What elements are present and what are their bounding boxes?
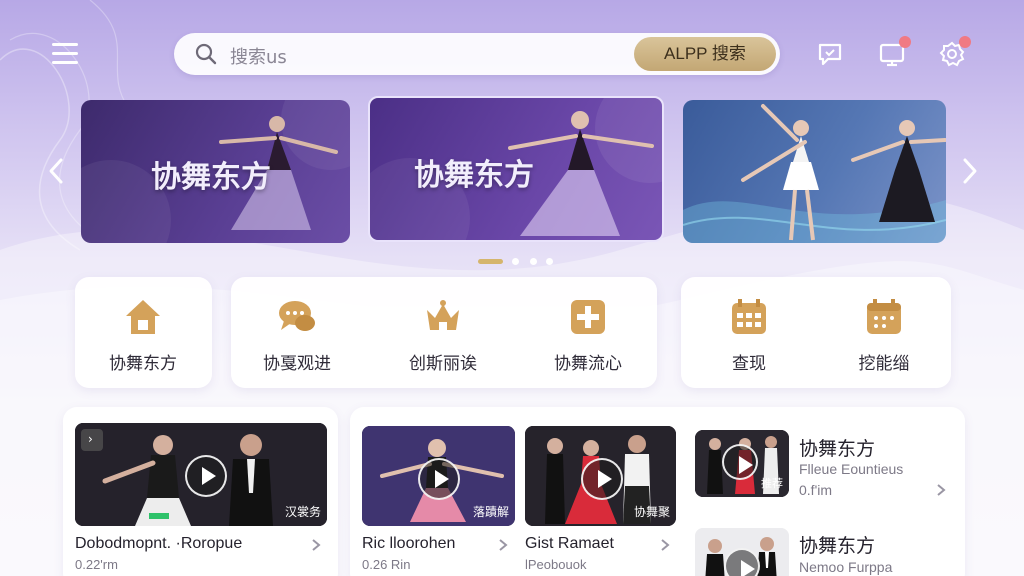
play-icon[interactable] [185,455,227,497]
category-card: 协舞东方 [75,277,212,388]
video-list-card: 落蹟解 Ric lloorohen 0.26 Rin 协舞聚 Gist Rama… [350,407,965,576]
play-icon[interactable] [418,458,460,500]
carousel-dot[interactable] [546,258,553,265]
video-title[interactable]: Gist Ramaet [525,535,614,553]
video-title[interactable]: Ric lloorohen [362,535,455,553]
plus-box-icon [571,300,605,334]
video-tag: 协舞聚 [633,505,670,519]
chevron-right-icon[interactable] [311,538,321,552]
carousel-banner-active[interactable]: 协舞东方 [368,96,664,242]
carousel-dot-active[interactable] [478,259,503,264]
video-thumbnail[interactable]: 协舞聚 [525,426,676,526]
carousel-dot[interactable] [512,258,519,265]
carousel-dot[interactable] [530,258,537,265]
play-icon[interactable] [722,444,758,480]
category-item-calendar[interactable]: 查现 [694,277,804,388]
video-tag: 汉裳务 [284,505,321,519]
category-label: 挖能缁 [858,354,910,374]
chat-bubbles-icon [279,301,315,331]
list-item-subtitle: Flleue Eountieus [799,461,904,477]
home-icon [126,300,160,334]
calendar-icon [732,299,766,334]
chat-icon[interactable] [816,40,844,68]
video-tag: 推荐 [761,477,783,490]
video-subtitle: 0.22'rm [75,557,118,572]
category-label: 协舞东方 [109,354,177,374]
category-card: 协戛观进 创斯丽诶 协舞流心 [231,277,657,388]
chevron-right-icon[interactable] [498,538,508,552]
banner-title: 协舞东方 [151,160,271,195]
chevron-right-icon[interactable] [936,483,946,497]
video-subtitle: lPeobouok [525,557,587,572]
tv-icon[interactable] [878,36,911,68]
search-bar[interactable]: 搜索us ALPP 搜索 [174,33,780,75]
play-icon[interactable] [581,458,623,500]
list-item-subtitle: Nemoo Furppa [799,559,893,575]
video-tag: 落蹟解 [472,505,509,519]
settings-icon[interactable] [938,36,971,68]
category-label: 协戛观进 [263,354,331,374]
category-item-plus[interactable]: 协舞流心 [533,277,643,388]
category-label: 协舞流心 [554,354,622,374]
category-item-home[interactable]: 协舞东方 [88,277,198,388]
calendar-grid-icon [867,299,901,334]
featured-video-card: › 汉裳务 Dobodmopnt. ·Roropue 0.22'rm [63,407,338,576]
notification-badge [899,36,911,48]
category-item-crown[interactable]: 创斯丽诶 [388,277,498,388]
search-input[interactable]: 搜索us [230,43,287,69]
video-thumbnail[interactable]: 落蹟解 [362,426,515,526]
chevron-right-icon: › [88,432,93,446]
category-item-chat[interactable]: 协戛观进 [242,277,352,388]
carousel-banner[interactable] [683,100,946,243]
dancer-image [683,104,946,243]
list-item-title[interactable]: 协舞东方 [799,531,875,558]
list-item-thumbnail[interactable] [695,528,789,576]
video-subtitle: 0.26 Rin [362,557,411,572]
notification-badge [959,36,971,48]
carousel-banner[interactable]: 协舞东方 [81,100,350,243]
video-thumbnail[interactable]: › 汉裳务 [75,423,327,526]
crown-icon [427,300,459,330]
category-label: 查现 [732,354,766,374]
carousel-next-button[interactable] [960,157,980,185]
play-icon[interactable] [724,548,760,576]
menu-button[interactable] [52,43,78,65]
list-item-title[interactable]: 协舞东方 [799,434,875,461]
category-label: 创斯丽诶 [409,354,477,374]
list-item-thumbnail[interactable]: 推荐 [695,430,789,497]
carousel-prev-button[interactable] [46,157,66,185]
list-item-meta: 0.f'im [799,482,833,498]
chevron-right-icon[interactable] [660,538,670,552]
video-title[interactable]: Dobodmopnt. ·Roropue [75,535,242,553]
search-icon [195,43,217,65]
search-button[interactable]: ALPP 搜索 [634,37,776,71]
banner-title: 协舞东方 [414,158,534,193]
category-card: 查现 挖能缁 [681,277,951,388]
category-item-schedule[interactable]: 挖能缁 [829,277,939,388]
